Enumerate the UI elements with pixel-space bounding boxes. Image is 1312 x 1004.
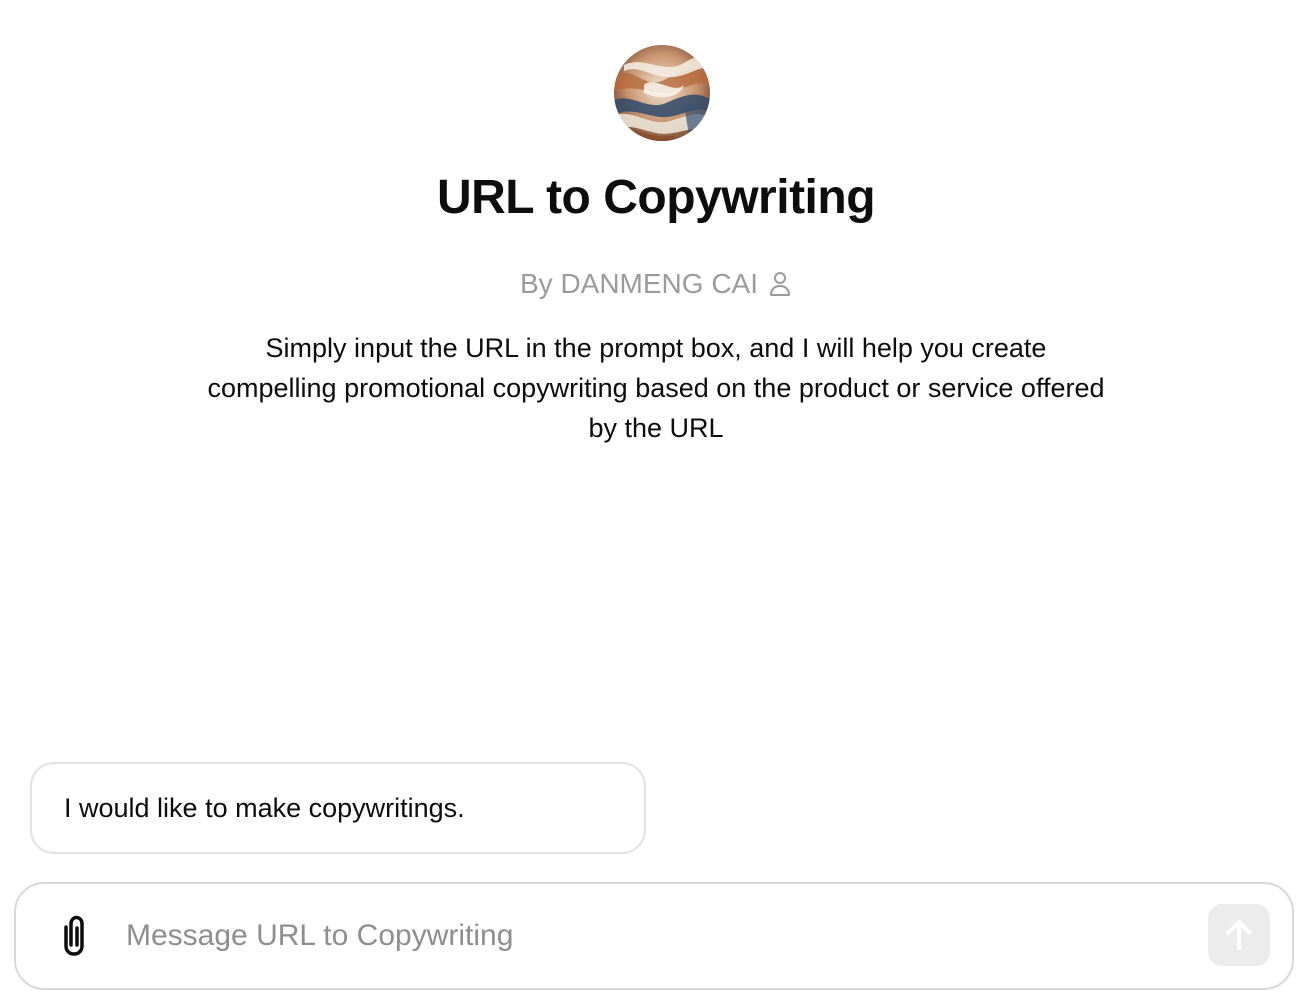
author-name: By DANMENG CAI — [519, 268, 759, 299]
message-composer — [14, 882, 1294, 990]
send-button[interactable] — [1208, 904, 1270, 966]
gpt-author-byline[interactable]: By DANMENG CAI — [0, 266, 1312, 302]
gpt-description: Simply input the URL in the prompt box, … — [207, 333, 1105, 443]
gpt-landing-page: URL to Copywriting By DANMENG CAI Simply… — [0, 0, 1312, 1004]
avatar-image — [614, 45, 710, 141]
attach-button[interactable] — [54, 912, 94, 960]
conversation-starter-label: I would like to make copywritings. — [64, 792, 465, 823]
conversation-starter[interactable]: I would like to make copywritings. — [30, 762, 646, 854]
arrow-up-icon — [1226, 920, 1252, 950]
message-input[interactable] — [126, 906, 1186, 966]
gpt-avatar — [614, 45, 710, 141]
user-icon — [768, 270, 792, 298]
gpt-title: URL to Copywriting — [436, 171, 876, 224]
paperclip-icon — [64, 915, 84, 956]
